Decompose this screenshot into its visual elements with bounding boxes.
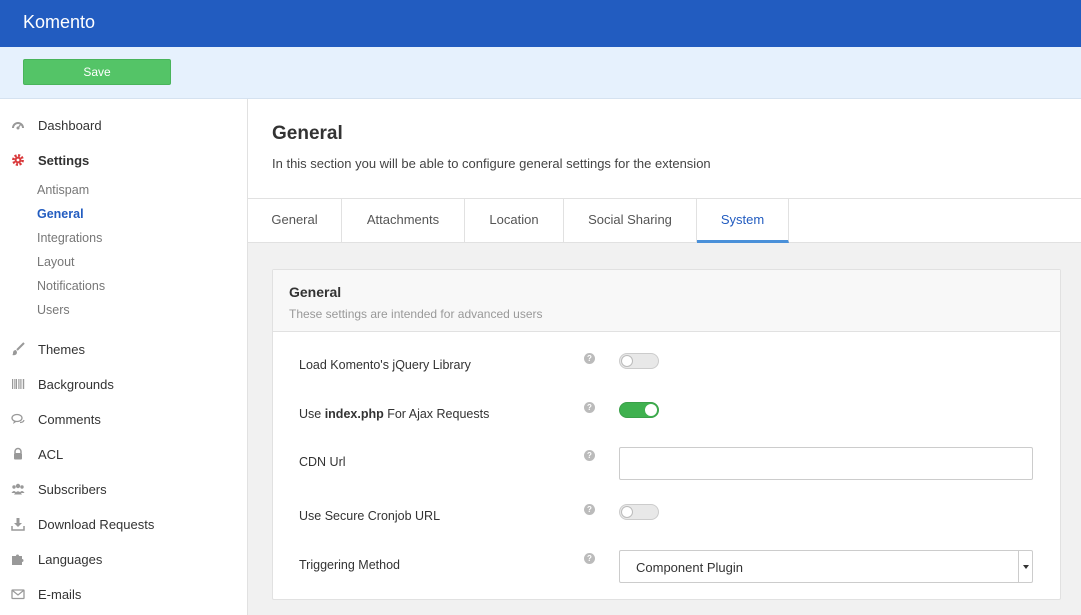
panel-subtitle: These settings are intended for advanced… <box>289 307 543 321</box>
tab-system[interactable]: System <box>697 199 789 243</box>
app-title: Komento <box>23 12 96 32</box>
secure-cronjob-toggle[interactable] <box>619 504 659 520</box>
page-header: General In this section you will be able… <box>248 99 1081 199</box>
sidebar-item-languages[interactable]: Languages <box>0 546 247 574</box>
sidebar-item-backgrounds[interactable]: Backgrounds <box>0 371 247 399</box>
download-icon <box>11 518 25 531</box>
lock-icon <box>14 447 22 460</box>
label-suffix: For Ajax Requests <box>383 407 490 421</box>
tab-attachments[interactable]: Attachments <box>342 199 465 243</box>
sidebar-item-themes[interactable]: Themes <box>0 336 247 364</box>
settings-panel: General These settings are intended for … <box>272 269 1061 600</box>
sidebar: Dashboard Settings Antispam General Inte… <box>0 99 248 615</box>
toggle-knob <box>621 506 633 518</box>
toggle-knob <box>645 404 657 416</box>
jquery-library-toggle[interactable] <box>619 353 659 369</box>
index-php-toggle[interactable] <box>619 402 659 418</box>
tab-bar: General Attachments Location Social Shar… <box>248 198 1081 243</box>
sidebar-item-download-requests[interactable]: Download Requests <box>0 511 247 539</box>
panel-title: General <box>289 284 342 300</box>
help-icon[interactable]: ? <box>584 402 595 413</box>
top-bar: Komento <box>0 0 1081 47</box>
envelope-icon <box>11 589 25 600</box>
sidebar-item-settings[interactable]: Settings <box>0 147 247 175</box>
setting-row-index-php: Use index.php For Ajax Requests ? <box>273 399 1060 439</box>
puzzle-icon <box>12 554 24 565</box>
cdn-url-input[interactable] <box>619 447 1033 480</box>
help-icon[interactable]: ? <box>584 450 595 461</box>
select-value: Component Plugin <box>636 560 743 575</box>
gear-icon <box>12 154 24 166</box>
setting-row-cronjob: Use Secure Cronjob URL ? <box>273 503 1060 543</box>
setting-row-triggering: Triggering Method ? Component Plugin <box>273 550 1060 590</box>
sidebar-item-dashboard[interactable]: Dashboard <box>0 112 247 140</box>
help-icon[interactable]: ? <box>584 553 595 564</box>
sidebar-subitem-integrations[interactable]: Integrations <box>37 231 102 245</box>
action-bar: Save <box>0 47 1081 99</box>
panel-header: General These settings are intended for … <box>273 270 1060 332</box>
sidebar-item-subscribers[interactable]: Subscribers <box>0 476 247 504</box>
sidebar-subitem-notifications[interactable]: Notifications <box>37 279 105 293</box>
toggle-knob <box>621 355 633 367</box>
sidebar-item-emails[interactable]: E-mails <box>0 581 247 609</box>
main-content: General In this section you will be able… <box>248 99 1081 615</box>
setting-label: Use index.php For Ajax Requests <box>299 407 489 421</box>
brush-icon <box>12 342 25 356</box>
tab-location[interactable]: Location <box>465 199 564 243</box>
comments-icon <box>11 413 25 424</box>
setting-label: Load Komento's jQuery Library <box>299 358 471 372</box>
chevron-down-icon <box>1018 551 1032 582</box>
label-bold: index.php <box>324 407 384 421</box>
setting-row-cdn-url: CDN Url ? <box>273 447 1060 487</box>
tab-general[interactable]: General <box>248 199 342 243</box>
dashboard-icon <box>12 122 24 130</box>
page-title: General <box>272 123 343 144</box>
sidebar-item-acl[interactable]: ACL <box>0 441 247 469</box>
sidebar-subitem-general[interactable]: General <box>37 207 84 221</box>
tab-social-sharing[interactable]: Social Sharing <box>564 199 697 243</box>
setting-row-jquery: Load Komento's jQuery Library ? <box>273 350 1060 390</box>
sidebar-subitem-antispam[interactable]: Antispam <box>37 183 89 197</box>
setting-label: Use Secure Cronjob URL <box>299 509 441 523</box>
users-icon <box>11 483 25 495</box>
triggering-method-select[interactable]: Component Plugin <box>619 550 1033 583</box>
barcode-icon <box>12 379 25 389</box>
sidebar-item-comments[interactable]: Comments <box>0 406 247 434</box>
setting-label: Triggering Method <box>299 558 400 572</box>
help-icon[interactable]: ? <box>584 353 595 364</box>
save-button[interactable]: Save <box>23 59 171 85</box>
label-prefix: Use <box>299 407 325 421</box>
sidebar-subitem-layout[interactable]: Layout <box>37 255 75 269</box>
sidebar-subitem-users[interactable]: Users <box>37 303 70 317</box>
help-icon[interactable]: ? <box>584 504 595 515</box>
setting-label: CDN Url <box>299 455 346 469</box>
page-description: In this section you will be able to conf… <box>272 156 711 171</box>
